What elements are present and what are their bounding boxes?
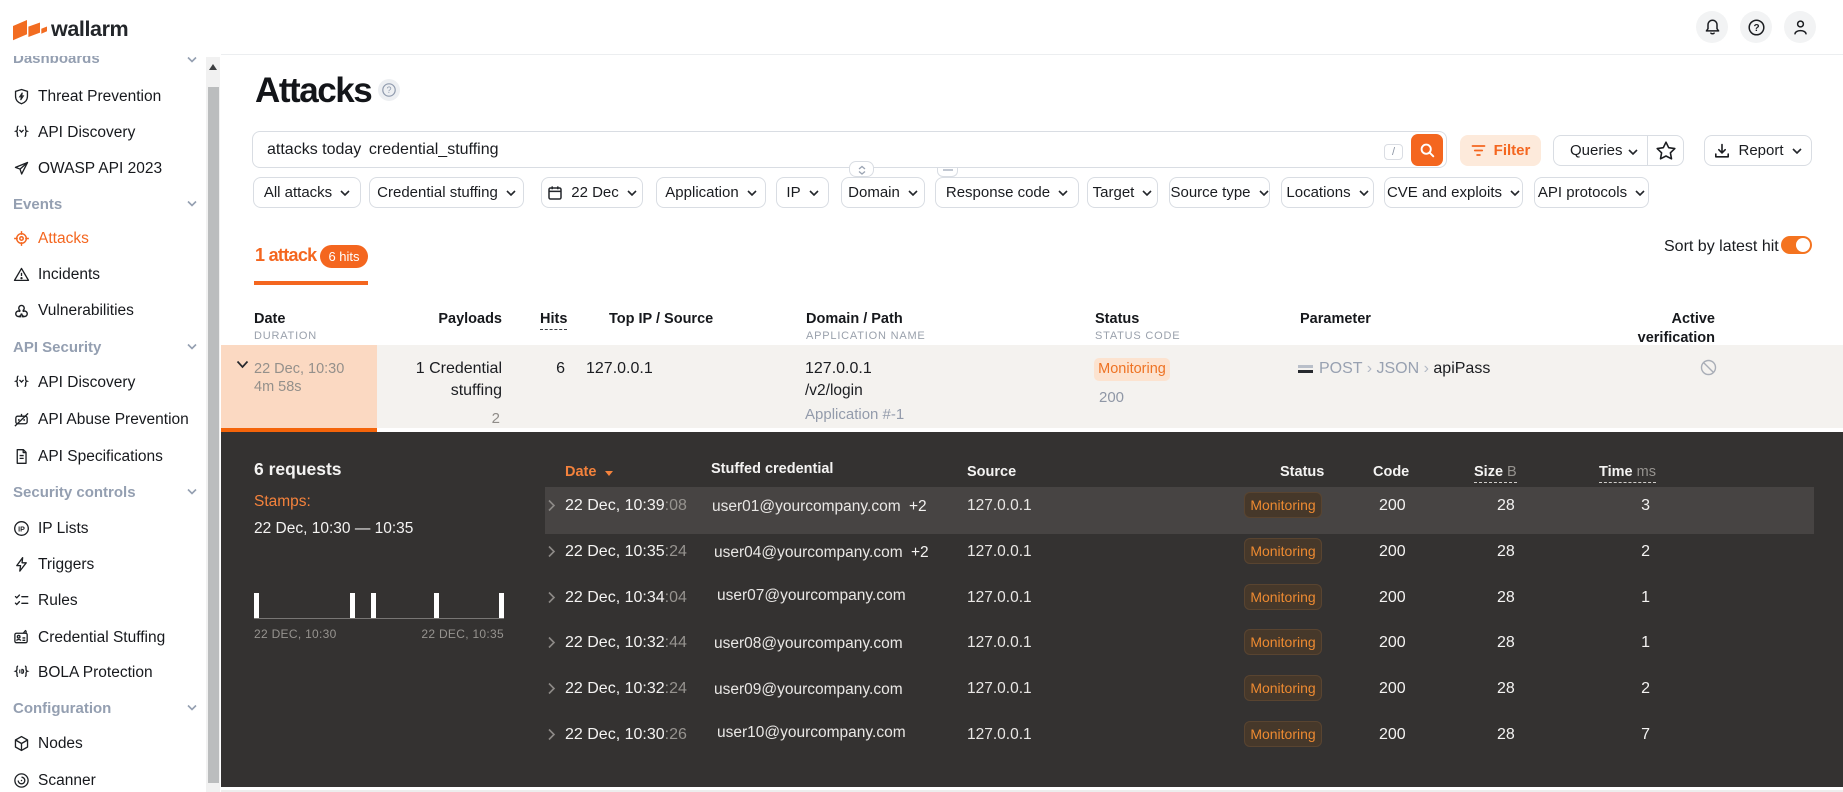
svg-text:?: ?: [386, 85, 391, 95]
svg-text:?: ?: [1753, 23, 1759, 34]
svg-text:IP: IP: [18, 525, 25, 533]
